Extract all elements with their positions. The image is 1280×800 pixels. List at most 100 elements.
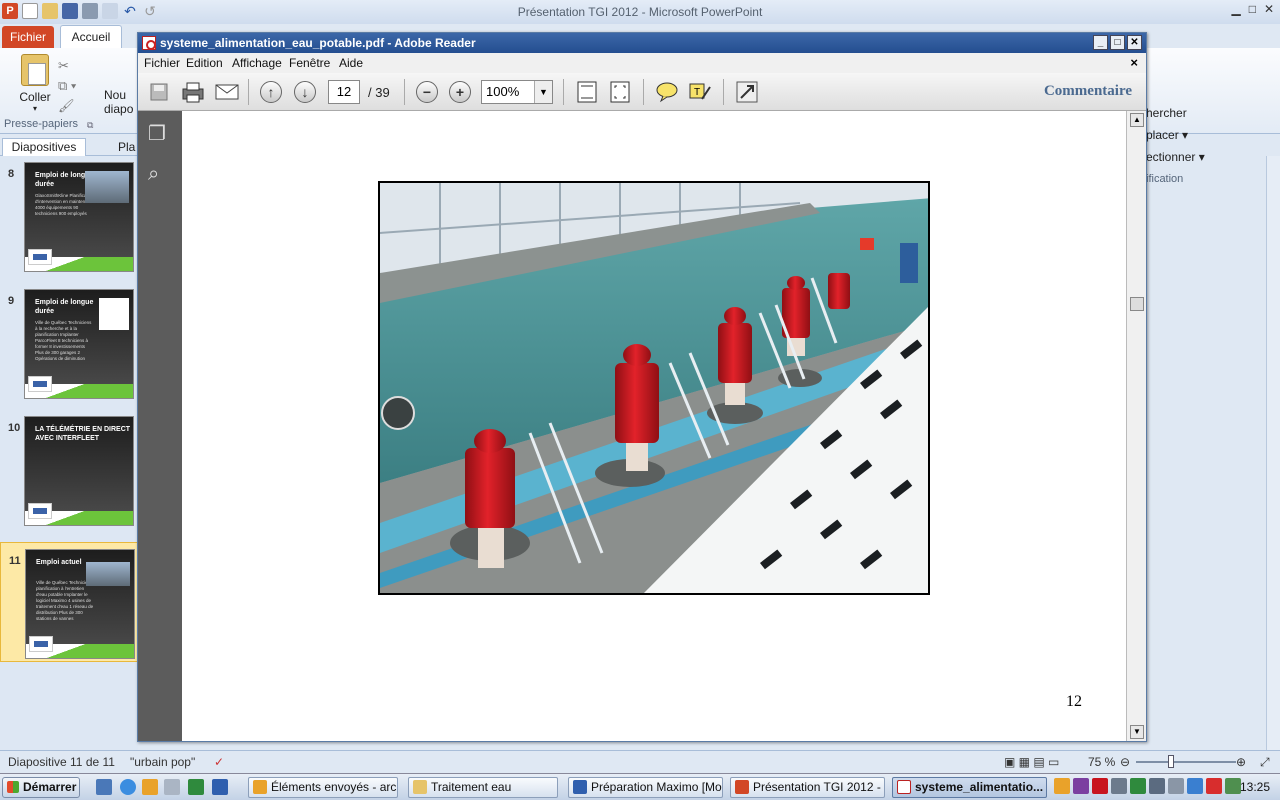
commentaire-button[interactable]: Commentaire: [1044, 83, 1132, 100]
usb-tray-icon[interactable]: [1149, 778, 1165, 794]
taskbar-item-adobe-reader[interactable]: systeme_alimentatio...: [892, 777, 1047, 798]
tab-fichier[interactable]: Fichier: [2, 26, 54, 48]
reader-close-icon[interactable]: ✕: [1127, 35, 1142, 50]
spellcheck-icon[interactable]: ✓: [214, 755, 224, 769]
reader-window-title: systeme_alimentation_eau_potable.pdf - A…: [160, 36, 476, 50]
svg-text:T: T: [694, 87, 700, 98]
find-button[interactable]: hercher: [1146, 102, 1205, 124]
powerpoint-scrollbar[interactable]: [1266, 156, 1280, 750]
menu-fichier[interactable]: Fichier: [144, 56, 180, 70]
slide-thumbnail-10[interactable]: 10 LA TÉLÉMÉTRIE EN DIRECT AVEC INTERFLE…: [0, 410, 138, 530]
minimize-icon[interactable]: ▁: [1231, 2, 1240, 16]
alert-tray-icon[interactable]: [1092, 778, 1108, 794]
fit-page-icon[interactable]: [574, 79, 600, 105]
menu-affichage[interactable]: Affichage: [232, 56, 282, 70]
menu-fenetre[interactable]: Fenêtre: [289, 56, 330, 70]
calculator-icon[interactable]: [164, 779, 180, 795]
zoom-level[interactable]: 75 %: [1088, 755, 1115, 769]
pdf-icon: [897, 780, 911, 794]
chevron-down-icon[interactable]: ▼: [534, 81, 552, 103]
toolbar-separator: [248, 79, 249, 105]
reader-maximize-icon[interactable]: □: [1110, 35, 1125, 50]
zoom-out-icon[interactable]: −: [414, 79, 440, 105]
powerpoint-status-bar: Diapositive 11 de 11 "urbain pop" ✓ ▣ ▦ …: [0, 750, 1280, 772]
tab-accueil[interactable]: Accueil: [60, 25, 122, 48]
scroll-up-icon[interactable]: ▲: [1130, 113, 1144, 127]
zoom-in-icon[interactable]: ⊕: [1236, 755, 1246, 769]
print-icon[interactable]: [180, 79, 206, 105]
new-slide-label-2: diapo: [104, 102, 134, 116]
start-button[interactable]: Démarrer: [2, 777, 80, 798]
view-buttons[interactable]: ▣ ▦ ▤ ▭: [1004, 755, 1059, 769]
printer-tray-icon[interactable]: [1168, 778, 1184, 794]
zoom-select[interactable]: 100% ▼: [481, 80, 553, 104]
paste-button[interactable]: Coller ▾: [14, 54, 56, 113]
word-icon[interactable]: [212, 779, 228, 795]
tab-plan[interactable]: Pla: [118, 140, 135, 154]
page-number-input[interactable]: 12: [328, 80, 360, 104]
reader-titlebar: systeme_alimentation_eau_potable.pdf - A…: [138, 33, 1146, 53]
word-icon: [573, 780, 587, 794]
dialog-launcher-icon[interactable]: ⧉: [87, 120, 93, 131]
highlight-icon[interactable]: T: [687, 79, 713, 105]
task-label: systeme_alimentatio...: [915, 780, 1044, 794]
outlook-tray-icon[interactable]: [1054, 778, 1070, 794]
previous-page-icon[interactable]: ↑: [258, 79, 284, 105]
scrollbar-thumb[interactable]: [1130, 297, 1144, 311]
maximize-icon[interactable]: □: [1249, 2, 1256, 16]
zoom-out-icon[interactable]: ⊖: [1120, 755, 1130, 769]
zoom-slider-handle[interactable]: [1168, 755, 1174, 768]
fit-to-window-icon[interactable]: ⤢: [1260, 755, 1270, 770]
outlook-icon[interactable]: [142, 779, 158, 795]
select-button[interactable]: ectionner ▾: [1146, 146, 1205, 168]
menu-aide[interactable]: Aide: [339, 56, 363, 70]
save-icon[interactable]: [146, 79, 172, 105]
taskbar-item-powerpoint[interactable]: Présentation TGI 2012 - ...: [730, 777, 885, 798]
format-painter-icon[interactable]: 🖌: [58, 96, 76, 116]
comment-icon[interactable]: [654, 79, 680, 105]
taskbar-item-word[interactable]: Préparation Maximo [Mo...: [568, 777, 723, 798]
show-desktop-icon[interactable]: [96, 779, 112, 795]
fit-width-icon[interactable]: [607, 79, 633, 105]
taskbar-item-outlook[interactable]: Éléments envoyés - arc...: [248, 777, 398, 798]
reader-vertical-scrollbar[interactable]: ▲ ▼: [1126, 111, 1146, 741]
excel-icon[interactable]: [188, 779, 204, 795]
close-document-icon[interactable]: ×: [1130, 55, 1138, 70]
pdf-page: 12: [182, 111, 1126, 741]
zoom-in-icon[interactable]: +: [447, 79, 473, 105]
pages-icon[interactable]: ❐: [148, 121, 166, 146]
reader-navigation-pane: ❐ ⌕: [138, 111, 182, 741]
slide-thumbnail-8[interactable]: 8 Emploi de longue durée GlaxoSmithKline…: [0, 156, 138, 276]
zoom-slider[interactable]: [1136, 761, 1236, 763]
replace-button[interactable]: placer ▾: [1146, 124, 1205, 146]
tab-diapositives[interactable]: Diapositives: [2, 138, 86, 156]
onenote-tray-icon[interactable]: [1073, 778, 1089, 794]
scroll-down-icon[interactable]: ▼: [1130, 725, 1144, 739]
system-clock[interactable]: 13:25: [1240, 780, 1270, 794]
outlook-icon: [253, 780, 267, 794]
internet-explorer-icon[interactable]: [120, 779, 136, 795]
new-slide-button[interactable]: Nou diapo: [104, 88, 133, 116]
expand-icon[interactable]: [734, 79, 760, 105]
update-tray-icon[interactable]: [1225, 778, 1241, 794]
slide-thumbnail-9[interactable]: 9 Emploi de longue durée Ville de Québec…: [0, 283, 138, 403]
security-tray-icon[interactable]: [1130, 778, 1146, 794]
reader-minimize-icon[interactable]: _: [1093, 35, 1108, 50]
network-tray-icon[interactable]: [1111, 778, 1127, 794]
volume-tray-icon[interactable]: [1187, 778, 1203, 794]
system-tray: [1054, 778, 1241, 794]
copy-icon[interactable]: ⧉ ▾: [58, 76, 76, 96]
attachments-icon[interactable]: ⌕: [148, 163, 159, 186]
close-icon[interactable]: ✕: [1264, 2, 1274, 16]
slide-thumbnail-11[interactable]: 11 Emploi actuel Ville de Québec Technic…: [0, 542, 138, 662]
next-page-icon[interactable]: ↓: [292, 79, 318, 105]
email-icon[interactable]: [214, 79, 240, 105]
antivirus-tray-icon[interactable]: [1206, 778, 1222, 794]
pdf-page-number: 12: [1066, 693, 1082, 710]
toolbar-separator: [643, 79, 644, 105]
powerpoint-titlebar: P ↶ ↺ Présentation TGI 2012 - Microsoft …: [0, 0, 1280, 24]
slide-preview: LA TÉLÉMÉTRIE EN DIRECT AVEC INTERFLEET: [24, 416, 134, 526]
menu-edition[interactable]: Edition: [186, 56, 223, 70]
cut-icon[interactable]: ✂: [58, 56, 76, 76]
taskbar-item-explorer[interactable]: Traitement eau: [408, 777, 558, 798]
